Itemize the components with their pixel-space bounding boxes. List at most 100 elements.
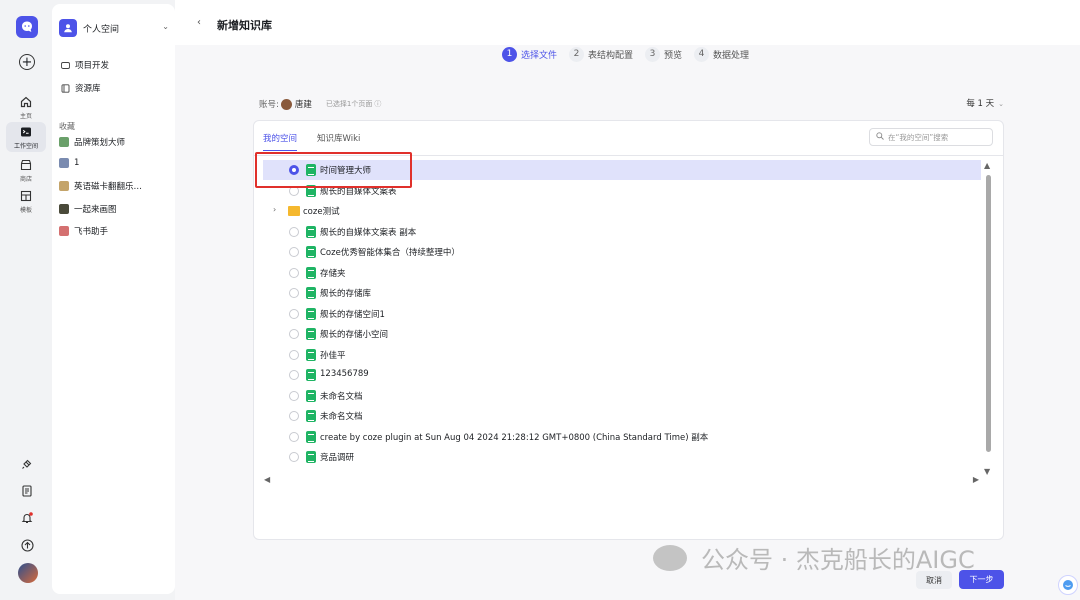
- frequency-select[interactable]: 每 1 天 ⌄: [966, 97, 1004, 109]
- favorite-thumbnail: [59, 137, 69, 147]
- favorite-item[interactable]: 飞书助手: [59, 222, 169, 240]
- list-item[interactable]: 竞品调研: [263, 447, 981, 467]
- scroll-down-icon[interactable]: ▼: [984, 467, 990, 476]
- sheet-icon: [306, 328, 316, 340]
- rail-item-store[interactable]: 商店: [6, 155, 46, 185]
- page-header: ‹ 新增知识库: [175, 0, 1080, 45]
- library-icon: [59, 82, 71, 94]
- favorites-title: 收藏: [59, 122, 75, 131]
- horizontal-scrollbar[interactable]: ◀ ▶: [264, 475, 979, 487]
- cancel-button[interactable]: 取消: [916, 571, 952, 589]
- favorite-thumbnail: [59, 204, 69, 214]
- favorite-item[interactable]: 品牌策划大师: [59, 133, 169, 151]
- source-tabs: 我的空间 知识库Wiki: [263, 132, 380, 151]
- user-avatar[interactable]: [18, 563, 38, 583]
- account-avatar: [280, 98, 292, 110]
- search-icon: [876, 132, 884, 142]
- sheet-icon: [306, 410, 316, 422]
- favorite-thumbnail: [59, 181, 69, 191]
- help-float-icon[interactable]: [1058, 575, 1078, 595]
- radio-button[interactable]: [289, 268, 299, 278]
- radio-button[interactable]: [289, 227, 299, 237]
- step-data-processing: 4 数据处理: [694, 46, 749, 62]
- radio-button[interactable]: [289, 391, 299, 401]
- chevron-right-icon[interactable]: ›: [273, 205, 276, 214]
- rail-item-home[interactable]: 主页: [6, 92, 46, 122]
- sheet-icon: [306, 287, 316, 299]
- rail-item-workspace[interactable]: 工作空间: [6, 122, 46, 152]
- folder-icon: [288, 206, 300, 216]
- radio-button[interactable]: [289, 432, 299, 442]
- sidebar-item-library[interactable]: 资源库: [59, 79, 169, 97]
- tab-wiki[interactable]: 知识库Wiki: [317, 132, 360, 151]
- favorite-item[interactable]: 英语磁卡翻翻乐…: [59, 177, 169, 195]
- list-item[interactable]: 存储夹: [263, 263, 981, 283]
- search-input[interactable]: 在“我的空间”搜索: [869, 128, 993, 146]
- chevron-down-icon: ⌄: [162, 22, 169, 31]
- sheet-icon: [306, 369, 316, 381]
- radio-button[interactable]: [289, 247, 299, 257]
- sheet-icon: [306, 349, 316, 361]
- user-icon: [59, 19, 77, 37]
- app-logo-icon[interactable]: [16, 16, 38, 38]
- list-item[interactable]: create by coze plugin at Sun Aug 04 2024…: [263, 427, 981, 447]
- rail-item-template[interactable]: 模板: [6, 186, 46, 216]
- list-item[interactable]: 舰长的存储库: [263, 283, 981, 303]
- next-button[interactable]: 下一步: [959, 570, 1004, 589]
- stepper: 1 选择文件 2 表结构配置 3 预览 4 数据处理: [502, 45, 761, 63]
- radio-button[interactable]: [289, 370, 299, 380]
- radio-button[interactable]: [289, 329, 299, 339]
- scroll-left-icon[interactable]: ◀: [264, 475, 270, 484]
- list-item[interactable]: › coze测试: [263, 201, 981, 221]
- favorite-item[interactable]: 1: [59, 154, 169, 172]
- radio-button[interactable]: [289, 288, 299, 298]
- sidebar: 个人空间 ⌄ 项目开发 资源库 收藏 品牌策划大师 1 英语磁卡翻翻乐… 一起来…: [52, 4, 175, 594]
- create-plus-icon[interactable]: +: [19, 54, 35, 70]
- sidebar-item-project[interactable]: 项目开发: [59, 56, 169, 74]
- bell-icon[interactable]: [19, 510, 35, 526]
- list-item[interactable]: 舰长的存储空间1: [263, 304, 981, 324]
- favorite-item[interactable]: 一起来画图: [59, 200, 169, 218]
- account-row: 账号: 唐建 已选择1个页面 ⓘ 每 1 天 ⌄: [259, 97, 1004, 110]
- scroll-up-icon[interactable]: ▲: [984, 161, 990, 170]
- radio-button[interactable]: [289, 452, 299, 462]
- chevron-down-icon: ⌄: [998, 100, 1004, 108]
- scroll-right-icon[interactable]: ▶: [973, 475, 979, 484]
- info-icon[interactable]: ⓘ: [374, 99, 381, 109]
- favorite-thumbnail: [59, 226, 69, 236]
- tab-my-space[interactable]: 我的空间: [263, 132, 298, 151]
- list-item[interactable]: 舰长的自媒体文案表 副本: [263, 222, 981, 242]
- space-selector[interactable]: 个人空间 ⌄: [59, 18, 169, 38]
- sheet-icon: [306, 451, 316, 463]
- radio-button[interactable]: [289, 350, 299, 360]
- account-selector[interactable]: 唐建: [295, 98, 312, 110]
- radio-button[interactable]: [289, 411, 299, 421]
- list-item[interactable]: Coze优秀智能体集合（持续整理中）: [263, 242, 981, 262]
- vertical-scrollbar[interactable]: ▲ ▼: [981, 161, 995, 476]
- list-item[interactable]: 未命名文档: [263, 406, 981, 426]
- workspace-icon: [19, 125, 33, 139]
- doc-icon[interactable]: [19, 483, 35, 499]
- sheet-icon: [306, 431, 316, 443]
- icon-rail: + 主页 工作空间 商店 模板: [0, 0, 52, 600]
- upload-icon[interactable]: [19, 537, 35, 553]
- wechat-icon: [653, 544, 687, 571]
- plugin-icon[interactable]: [19, 456, 35, 472]
- step-table-config: 2 表结构配置: [569, 46, 633, 62]
- list-item[interactable]: 舰长的存储小空间: [263, 324, 981, 344]
- favorite-thumbnail: [59, 158, 69, 168]
- scroll-thumb[interactable]: [986, 175, 991, 452]
- highlight-box: [255, 152, 412, 188]
- main-content: 1 选择文件 2 表结构配置 3 预览 4 数据处理 账号: 唐建 已选择1个页…: [175, 45, 1080, 600]
- watermark: 公众号 · 杰克船长的AIGC: [653, 540, 975, 575]
- radio-button[interactable]: [289, 309, 299, 319]
- sheet-icon: [306, 390, 316, 402]
- template-icon: [19, 189, 33, 203]
- list-item[interactable]: 123456789: [263, 365, 981, 385]
- back-chevron-icon[interactable]: ‹: [197, 17, 201, 28]
- step-select-file: 1 选择文件: [502, 46, 557, 62]
- list-item[interactable]: 未命名文档: [263, 386, 981, 406]
- sheet-icon: [306, 246, 316, 258]
- list-item[interactable]: 孙佳平: [263, 345, 981, 365]
- page-title: 新增知识库: [217, 19, 272, 32]
